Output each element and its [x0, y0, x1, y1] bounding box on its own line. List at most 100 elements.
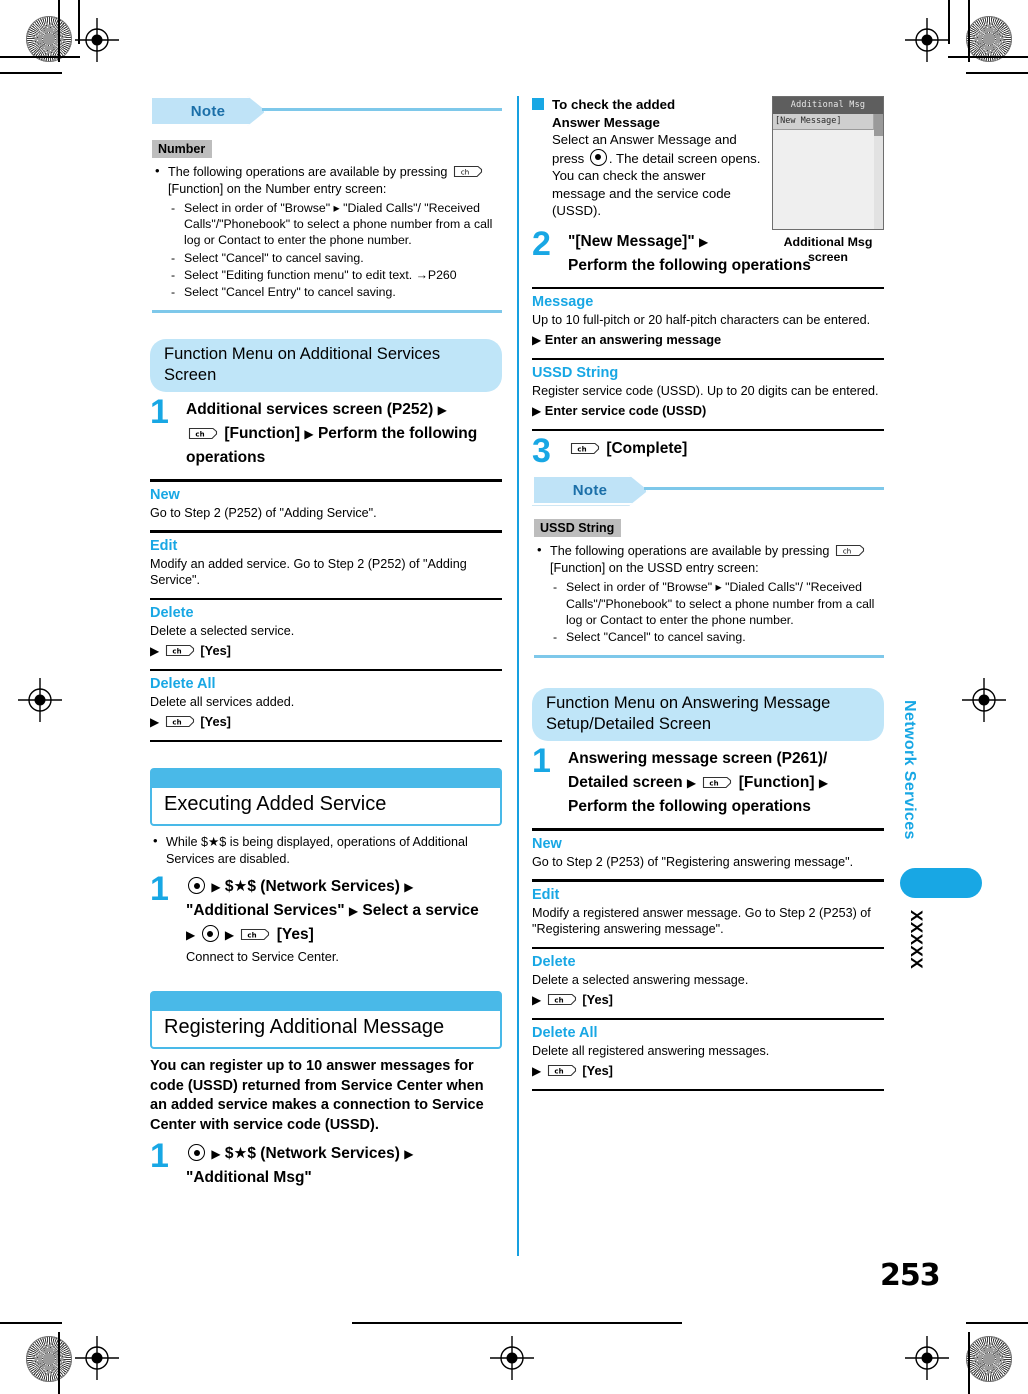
arrow-icon: ▶: [532, 403, 542, 418]
side-tab-marker: [900, 868, 982, 898]
registration-mark-bc: [490, 1336, 534, 1380]
square-bullet-icon: [532, 98, 544, 110]
menu-item-body: Go to Step 2 (P253) of "Registering answ…: [532, 854, 854, 869]
menu-item-body: Modify a registered answer message. Go t…: [532, 905, 871, 937]
step-line3: Perform the following operations: [568, 798, 811, 816]
crop-mark-tl-v2: [78, 0, 80, 44]
executing-bullet-list: While $★$ is being displayed, operations…: [150, 833, 502, 867]
check-body-after: . The detail screen opens. You can check…: [552, 150, 761, 219]
svg-text:ch: ch: [843, 548, 851, 556]
note-banner-rule: [644, 487, 884, 491]
note-bullet-list: The following operations are available b…: [152, 163, 502, 300]
step-text: ch [Complete]: [568, 437, 884, 461]
crop-mark-bl-h: [0, 1322, 62, 1324]
step-text: Additional services screen (P252) ▶ ch […: [186, 398, 502, 470]
menu-item-delete: Delete Delete a selected answering messa…: [532, 953, 884, 1009]
item-separator: [150, 597, 502, 601]
phone-title-bar: Additional Msg: [773, 97, 883, 114]
side-tab-code: XXXXX: [907, 910, 926, 970]
crop-mark-br-h: [966, 1322, 1028, 1324]
function-key-icon: ch: [165, 643, 195, 657]
note-dash-item: Select in order of "Browse" ▸ "Dialed Ca…: [550, 579, 884, 628]
arrow-icon: ▶: [186, 928, 196, 943]
menu-item-title: Edit: [532, 886, 560, 903]
right-column: Additional Msg [New Message] Additional …: [532, 96, 884, 1095]
step-line3: [Yes]: [276, 926, 314, 944]
step-number: 3: [532, 432, 551, 471]
phone-list-body: [773, 130, 874, 229]
note-dash-list: Select in order of "Browse" ▸ "Dialed Ca…: [168, 200, 502, 300]
step-line1: $★$ (Network Services): [224, 1145, 400, 1163]
svg-text:ch: ch: [554, 996, 563, 1004]
arrow-icon: ▶: [404, 880, 414, 895]
menu-item-edit: Edit Modify an added service. Go to Step…: [150, 537, 502, 589]
function-key-icon: ch: [570, 441, 600, 455]
menu-item-body: Register service code (USSD). Up to 20 d…: [532, 384, 879, 399]
step-number: 1: [150, 393, 169, 432]
note-dash-item: Select in order of "Browse" ▸ "Dialed Ca…: [168, 200, 502, 249]
function-key-icon: ch: [165, 714, 195, 728]
menu-item-body: Delete all services added.: [150, 695, 295, 710]
function-key-icon: ch: [188, 426, 218, 440]
arrow-icon: ▶: [211, 1147, 221, 1162]
step-3-complete: 3 ch [Complete]: [532, 434, 884, 468]
step-text: "[New Message]" ▶ Perform the following …: [568, 230, 884, 278]
registration-rosette-bottom-right: [966, 1336, 1012, 1382]
step-2-new-message: 2 "[New Message]" ▶ Perform the followin…: [532, 227, 884, 278]
phone-list-row: [New Message]: [773, 114, 874, 130]
check-subheading-line1: To check the added: [552, 97, 676, 112]
item-separator: [532, 428, 884, 432]
step-text-part2: [Function]: [224, 425, 301, 443]
step-line1: $★$ (Network Services): [224, 878, 400, 896]
step-1-answering-message: 1 Answering message screen (P261)/ Detai…: [532, 744, 884, 819]
note-bullet-text-before: The following operations are available b…: [550, 544, 830, 559]
arrow-icon: ▶: [532, 992, 542, 1007]
svg-text:ch: ch: [710, 780, 719, 788]
note-dash-item: Select "Cancel" to cancel saving.: [168, 250, 502, 266]
menu-item-body: Delete a selected answering message.: [532, 973, 749, 988]
side-tab-label: Network Services: [901, 700, 918, 840]
menu-item-operation-label: [Yes]: [582, 991, 613, 1007]
menu-item-operation-label: Enter service code (USSD): [544, 402, 707, 418]
check-answer-message-block: To check the added Answer Message Select…: [532, 96, 762, 220]
note-content-left: Number The following operations are avai…: [150, 140, 502, 314]
note-tag-number: Number: [152, 140, 213, 158]
registering-intro: You can register up to 10 answer message…: [150, 1058, 484, 1133]
crop-mark-tl-h2: [0, 56, 80, 58]
note-bullet-list: The following operations are available b…: [534, 542, 884, 645]
crop-mark-tl-h: [0, 72, 62, 74]
svg-text:ch: ch: [248, 932, 257, 940]
step-line2b: Select a service: [362, 902, 479, 920]
check-subheading: To check the added Answer Message: [532, 96, 762, 131]
menu-item-delete-all: Delete All Delete all registered answeri…: [532, 1024, 884, 1080]
menu-item-body: Delete a selected service.: [150, 624, 295, 639]
heading-function-menu-additional-services: Function Menu on Additional Services Scr…: [150, 339, 502, 393]
note-banner-left: Note: [150, 96, 502, 126]
section-band: [152, 770, 500, 789]
step-number: 1: [150, 870, 169, 909]
menu-item-message: Message Up to 10 full-pitch or 20 half-p…: [532, 293, 884, 349]
note-banner-shape: Note: [532, 475, 648, 506]
item-separator: [532, 357, 884, 361]
note-content-right: USSD String The following operations are…: [532, 519, 884, 659]
heading-function-menu-answering-message: Function Menu on Answering Message Setup…: [532, 688, 884, 742]
svg-text:ch: ch: [461, 169, 469, 177]
menu-item-title: Delete All: [150, 676, 216, 693]
note-dash-item: Select "Editing function menu" to edit t…: [168, 267, 502, 283]
menu-item-title: New: [532, 835, 562, 852]
menu-item-delete: Delete Delete a selected service. ▶ ch […: [150, 604, 502, 660]
section-band: [152, 993, 500, 1012]
section-title: Registering Additional Message: [164, 1016, 445, 1039]
arrow-icon: ▶: [532, 332, 542, 347]
menu-item-operation: ▶ ch [Yes]: [150, 642, 502, 660]
note-bullet-item: The following operations are available b…: [152, 163, 502, 300]
arrow-icon: ▶: [224, 928, 235, 943]
arrow-icon: ▶: [686, 776, 697, 791]
function-key-icon: ch: [702, 775, 732, 789]
menu-item-new: New Go to Step 2 (P252) of "Adding Servi…: [150, 486, 502, 522]
note-banner-shape: Note: [150, 96, 266, 126]
note-banner-rule: [262, 108, 502, 111]
item-separator: [532, 1088, 884, 1092]
function-key-icon: ch: [547, 992, 577, 1006]
item-separator: [150, 479, 502, 482]
